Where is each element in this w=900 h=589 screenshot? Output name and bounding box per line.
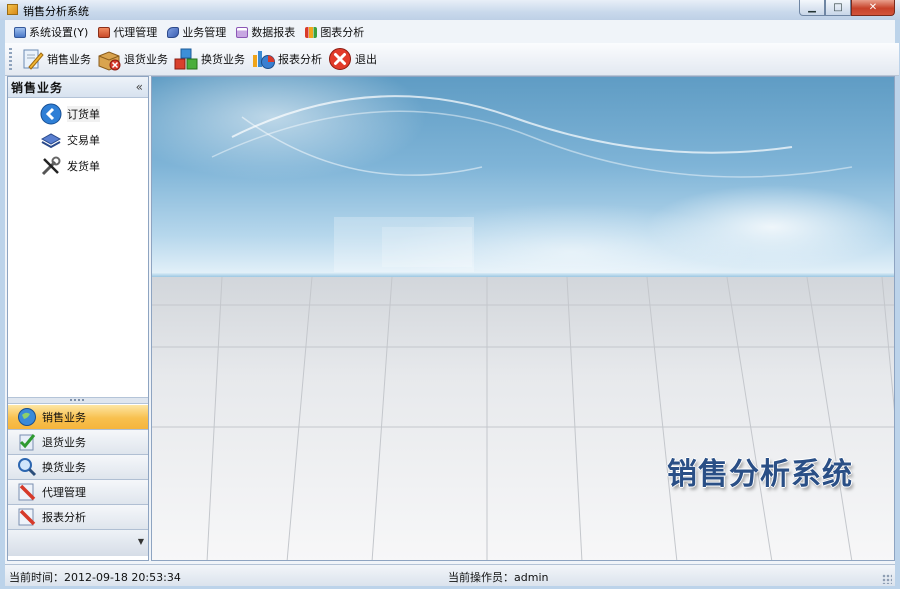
pencil-icon: [18, 508, 36, 526]
menu-agent-management[interactable]: 代理管理: [95, 23, 164, 41]
chevron-down-icon[interactable]: ▼: [138, 537, 144, 546]
status-current-operator: 当前操作员：admin: [448, 571, 549, 584]
globe-icon: [18, 408, 36, 426]
brand-title: 销售分析系统: [667, 457, 853, 492]
tree-view: 订货单 交易单 发货单: [8, 98, 148, 179]
floor-grid: [152, 277, 894, 560]
exit-button[interactable]: 退出: [326, 45, 381, 73]
tools-icon: [41, 156, 61, 176]
status-bar: 当前时间：2012-09-18 20:53:34 当前操作员：admin: [5, 564, 895, 586]
floor-background: [152, 277, 894, 560]
chart-icon: [253, 51, 275, 69]
app-icon: [7, 4, 18, 15]
order-icon: [40, 103, 62, 125]
panel-header: 销售业务 «: [8, 77, 148, 98]
maximize-button[interactable]: □: [825, 0, 851, 16]
pencil-icon: [18, 483, 36, 501]
nav-exchange-business[interactable]: 换货业务: [8, 455, 148, 480]
computer-icon: [14, 26, 26, 38]
return-business-button[interactable]: 退货业务: [95, 45, 172, 73]
menu-system-settings[interactable]: 系统设置(Y): [11, 23, 95, 41]
tree-item-shipping[interactable]: 发货单: [8, 153, 148, 179]
toolbar-label: 退出: [355, 53, 377, 66]
panel-title: 销售业务: [11, 80, 64, 95]
status-current-time: 当前时间：2012-09-18 20:53:34: [9, 571, 181, 584]
nav-agent-management[interactable]: 代理管理: [8, 480, 148, 505]
toolbar-label: 销售业务: [47, 53, 91, 66]
tree-item-label: 发货单: [67, 160, 100, 173]
nav-report-analysis[interactable]: 报表分析: [8, 505, 148, 530]
nav-sales-business[interactable]: 销售业务: [8, 405, 148, 430]
checkmark-icon: [167, 26, 180, 38]
pencil-doc-icon: [23, 49, 44, 70]
nav-buttons: 销售业务 退货业务 换货业务 代理管理 报表分析 ▼: [8, 405, 148, 556]
folder-icon: [98, 26, 111, 38]
title-bar: 销售分析系统 ▁ □ ✕: [0, 0, 900, 20]
nav-label: 报表分析: [42, 511, 86, 524]
menu-business-management[interactable]: 业务管理: [164, 23, 233, 41]
trade-icon: [40, 133, 62, 149]
left-nav-panel: 销售业务 « 订货单 交易单 发货单 销售业务 退货业务 换货业务 代理管理 报…: [7, 76, 149, 561]
toolbar-label: 退货业务: [124, 53, 168, 66]
box-return-icon: [98, 51, 121, 71]
menu-label: 数据报表: [251, 26, 296, 39]
check-doc-icon: [19, 434, 36, 451]
close-icon: ✕: [868, 2, 878, 13]
menu-data-reports[interactable]: 数据报表: [233, 23, 302, 41]
calendar-icon: [236, 26, 249, 38]
menu-chart-analysis[interactable]: 图表分析: [302, 23, 371, 41]
tree-item-trade[interactable]: 交易单: [8, 127, 148, 153]
tree-item-order[interactable]: 订货单: [8, 101, 148, 127]
sales-business-button[interactable]: 销售业务: [18, 45, 95, 73]
collapse-icon[interactable]: «: [136, 80, 143, 94]
nav-label: 代理管理: [42, 486, 86, 499]
swirl-graphic: [211, 95, 853, 272]
report-analysis-button[interactable]: 报表分析: [249, 45, 326, 73]
toolbar-label: 报表分析: [278, 53, 322, 66]
magnifier-icon: [18, 458, 37, 477]
nav-overflow-bar[interactable]: ▼: [8, 530, 148, 556]
nav-return-business[interactable]: 退货业务: [8, 430, 148, 455]
minimize-icon: ▁: [808, 2, 816, 13]
window-client: 系统设置(Y) 代理管理 业务管理 数据报表 图表分析 销售业务 退货业务 换货…: [5, 20, 899, 586]
tree-item-label: 交易单: [67, 134, 100, 147]
menu-label: 系统设置(Y): [29, 26, 89, 39]
main-content: 销售分析系统: [151, 76, 895, 561]
exchange-business-button[interactable]: 换货业务: [172, 45, 249, 73]
menu-bar: 系统设置(Y) 代理管理 业务管理 数据报表 图表分析: [5, 22, 371, 42]
menu-label: 代理管理: [113, 26, 158, 39]
tree-item-label: 订货单: [67, 106, 100, 122]
nav-label: 换货业务: [42, 461, 86, 474]
toolbar: 销售业务 退货业务 换货业务 报表分析 退出: [5, 43, 899, 76]
toolbar-label: 换货业务: [201, 53, 245, 66]
window-controls: ▁ □ ✕: [799, 0, 895, 17]
close-button[interactable]: ✕: [851, 0, 895, 16]
nav-label: 销售业务: [42, 411, 86, 424]
minimize-button[interactable]: ▁: [799, 0, 825, 16]
maximize-icon: □: [833, 2, 843, 13]
menu-label: 业务管理: [182, 26, 227, 39]
resize-grip-icon[interactable]: [882, 574, 892, 584]
bar-chart-icon: [305, 26, 318, 38]
exit-icon: [329, 48, 351, 70]
toolbar-grip[interactable]: [9, 48, 12, 70]
panel-splitter[interactable]: [8, 397, 148, 404]
sky-background: [152, 77, 894, 275]
window-title: 销售分析系统: [23, 5, 89, 18]
nav-label: 退货业务: [42, 436, 86, 449]
menu-label: 图表分析: [320, 26, 365, 39]
cubes-icon: [174, 48, 198, 70]
